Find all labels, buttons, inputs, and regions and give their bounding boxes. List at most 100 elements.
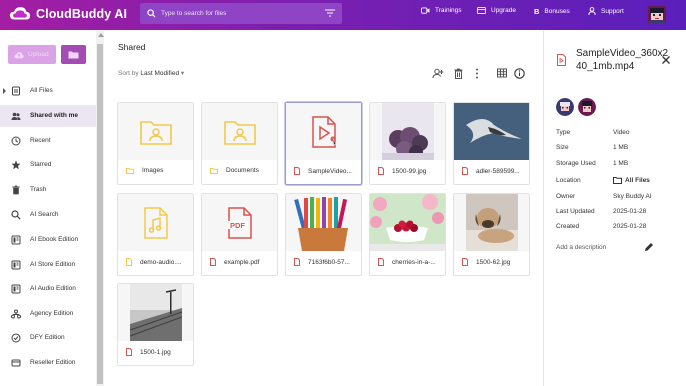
cloud-upload-icon — [14, 51, 24, 58]
sidebar-item-label: Agency Edition — [30, 310, 74, 317]
folder-add-icon — [68, 51, 79, 59]
detail-label-type: Type — [556, 129, 571, 136]
audio-file-icon — [143, 206, 168, 239]
nav-support[interactable]: Support — [588, 7, 624, 15]
file-card-images[interactable]: Images — [117, 102, 194, 185]
sidebar-scroll-thumb[interactable] — [97, 44, 103, 384]
audio-file-icon — [126, 258, 132, 266]
file-card-1500-1[interactable]: 1500-1.jpg — [117, 283, 194, 366]
detail-value-location[interactable]: All Files — [613, 177, 650, 184]
share-person-icon[interactable] — [432, 68, 444, 79]
pier-photo — [129, 284, 182, 341]
expand-caret-icon[interactable] — [3, 88, 6, 94]
star-icon — [11, 160, 21, 170]
image-file-icon — [378, 258, 384, 266]
file-card-samplevideo[interactable]: SampleVideo... — [285, 102, 362, 185]
image-file-icon — [462, 167, 468, 175]
video-thumbnail — [286, 103, 361, 160]
sidebar-item-label: DFY Edition — [30, 334, 65, 341]
detail-value-type: Video — [613, 129, 630, 136]
file-name: example.pdf — [224, 258, 260, 266]
file-card-adler[interactable]: adler-589599... — [453, 102, 530, 185]
detail-value-created: 2025-01-28 — [613, 223, 647, 230]
user-avatar[interactable] — [646, 3, 668, 25]
file-name: 7163f6b0-57... — [308, 258, 350, 266]
file-card-documents[interactable]: Documents — [201, 102, 278, 185]
shared-user-avatar[interactable] — [578, 98, 596, 116]
file-name: 1500-1.jpg — [140, 348, 171, 356]
detail-label-storage: Storage Used — [556, 160, 596, 167]
sidebar-item-trash[interactable]: Trash — [0, 179, 96, 201]
filter-icon[interactable] — [325, 9, 335, 17]
scroll-up-arrow-icon[interactable] — [98, 33, 104, 37]
sort-prefix: Sort by — [118, 70, 139, 77]
image-file-icon — [378, 167, 384, 175]
sidebar-item-label: AI Audio Edition — [30, 285, 76, 292]
audio-thumbnail — [118, 194, 193, 251]
sidebar-item-recent[interactable]: Recent — [0, 130, 96, 152]
detail-value-size: 1 MB — [613, 144, 629, 151]
owner-avatar[interactable] — [556, 98, 574, 116]
sidebar-item-label: AI Search — [30, 211, 59, 218]
sidebar-item-ai-search[interactable]: AI Search — [0, 204, 96, 226]
file-name: adler-589599... — [476, 167, 520, 175]
folder-icon — [223, 120, 256, 145]
shared-icon — [11, 112, 21, 120]
file-card-7163f6b0[interactable]: 7163f6b0-57... — [285, 193, 362, 276]
sidebar-item-all-files[interactable]: All Files — [0, 80, 96, 102]
sidebar-item-agency-edition[interactable]: Agency Edition — [0, 303, 96, 325]
detail-label-owner: Owner — [556, 193, 576, 200]
new-folder-button[interactable] — [61, 45, 86, 64]
detail-value-storage: 1 MB — [613, 160, 629, 167]
file-card-cherries[interactable]: cherries-in-a-... — [369, 193, 446, 276]
agency-icon — [11, 309, 21, 319]
nav-upgrade[interactable]: Upgrade — [477, 7, 516, 14]
sidebar-item-label: Trash — [30, 186, 47, 193]
sidebar-item-dfy-edition[interactable]: DFY Edition — [0, 327, 96, 349]
more-options-icon[interactable] — [475, 68, 479, 79]
search-bar[interactable] — [140, 3, 342, 24]
detail-label-last-updated: Last Updated — [556, 208, 595, 215]
close-icon[interactable] — [662, 56, 670, 64]
ebook-icon — [11, 235, 21, 245]
nav-bonuses[interactable]: B Bonuses — [534, 7, 570, 16]
folder-icon — [139, 120, 172, 145]
sidebar-item-ai-audio-edition[interactable]: AI Audio Edition — [0, 278, 96, 300]
add-description-link[interactable]: Add a description — [556, 244, 606, 251]
sidebar-item-starred[interactable]: Starred — [0, 154, 96, 176]
app-logo[interactable]: CloudBuddy AI — [9, 5, 127, 23]
audio-icon — [11, 284, 21, 294]
nav-label: Support — [601, 7, 624, 15]
sidebar-item-ai-store-edition[interactable]: AI Store Edition — [0, 254, 96, 276]
video-file-icon — [311, 115, 336, 148]
file-card-1500-62[interactable]: 1500-62.jpg — [453, 193, 530, 276]
edit-pencil-icon[interactable] — [644, 242, 654, 252]
sidebar-item-label: Shared with me — [30, 112, 79, 119]
pdf-file-icon: PDF — [227, 206, 252, 239]
nav-label: Trainings — [435, 7, 462, 14]
person-icon — [588, 7, 596, 15]
sidebar-item-reseller-edition[interactable]: Reseller Edition — [0, 352, 96, 374]
files-icon — [12, 86, 20, 96]
upload-label: Upload — [28, 51, 49, 58]
search-input[interactable] — [161, 10, 311, 17]
info-icon[interactable] — [514, 68, 525, 79]
file-card-1500-99[interactable]: 1500-99.jpg — [369, 102, 446, 185]
dfy-icon — [11, 333, 21, 343]
panel-title: SampleVideo_360x240_1mb.mp4 — [576, 48, 669, 72]
nav-trainings[interactable]: Trainings — [421, 7, 462, 14]
page-title: Shared — [118, 42, 146, 52]
upload-button[interactable]: Upload — [8, 45, 56, 64]
sidebar-item-shared-with-me[interactable]: Shared with me — [0, 105, 96, 127]
clock-icon — [11, 136, 21, 146]
file-card-demo-audio[interactable]: demo-audio.... — [117, 193, 194, 276]
sidebar-item-ai-ebook-edition[interactable]: AI Ebook Edition — [0, 229, 96, 251]
detail-value-owner: Sky Buddy AI — [613, 193, 652, 200]
trash-icon[interactable] — [454, 68, 463, 79]
grid-view-icon[interactable] — [497, 68, 507, 78]
detail-label-location: Location — [556, 177, 581, 184]
sort-control[interactable]: Sort by Last Modified ▾ — [118, 69, 184, 77]
sort-value[interactable]: Last Modified — [140, 70, 179, 77]
eagle-photo — [454, 103, 529, 160]
file-card-example-pdf[interactable]: PDF example.pdf — [201, 193, 278, 276]
